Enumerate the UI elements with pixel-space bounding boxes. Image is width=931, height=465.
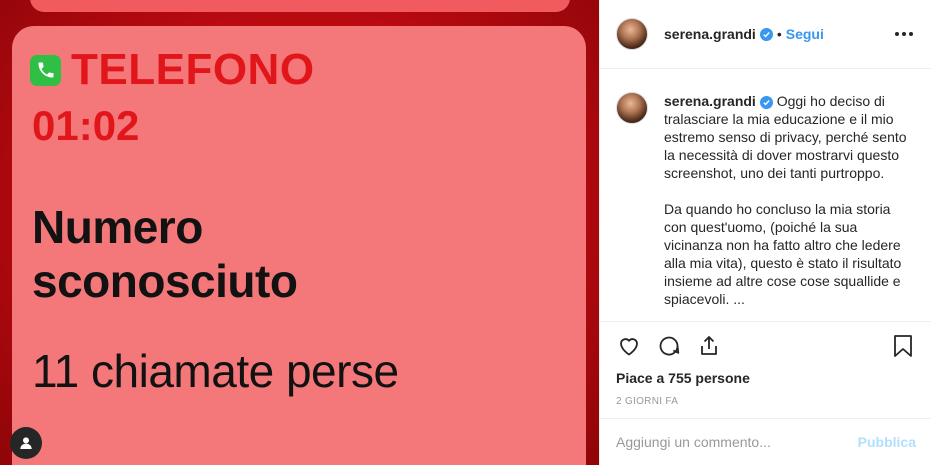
- bookmark-icon[interactable]: [890, 333, 916, 359]
- notification-app-name: TELEFONO: [71, 45, 315, 94]
- caption-username[interactable]: serena.grandi: [664, 93, 756, 109]
- post-side-panel: serena.grandi • Segui serena.grandi Oggi…: [599, 0, 931, 465]
- likes-count[interactable]: Piace a 755 persone: [616, 370, 916, 386]
- tagged-user-icon[interactable]: [10, 427, 42, 459]
- comment-input[interactable]: [616, 434, 858, 450]
- publish-button[interactable]: Pubblica: [858, 434, 916, 450]
- caller-name-line2: sconosciuto: [32, 255, 298, 307]
- post-header: serena.grandi • Segui: [600, 0, 931, 69]
- avatar[interactable]: [616, 18, 648, 50]
- caller-name: Numero sconosciuto: [32, 200, 298, 308]
- previous-notification-card: [30, 0, 570, 12]
- notification-app-row: TELEFONO: [30, 48, 315, 92]
- caption-text: serena.grandi Oggi ho deciso di tralasci…: [664, 92, 914, 320]
- heart-icon[interactable]: [616, 333, 642, 359]
- caption-paragraph-2: Da quando ho concluso la mia storia con …: [664, 201, 902, 307]
- missed-call-notification: TELEFONO 01:02 Numero sconosciuto 11 chi…: [12, 26, 586, 465]
- caller-name-line1: Numero: [32, 201, 203, 253]
- comment-icon[interactable]: [656, 333, 682, 359]
- action-icons-row: [616, 332, 916, 360]
- caption: serena.grandi Oggi ho deciso di tralasci…: [616, 92, 916, 320]
- share-icon[interactable]: [696, 333, 722, 359]
- caption-avatar[interactable]: [616, 92, 648, 124]
- post-actions: Piace a 755 persone 2 GIORNI FA: [600, 321, 931, 407]
- ellipsis-icon[interactable]: [893, 26, 915, 42]
- follow-button[interactable]: Segui: [786, 26, 824, 42]
- post-image[interactable]: TELEFONO 01:02 Numero sconosciuto 11 chi…: [0, 0, 599, 465]
- add-comment-bar: Pubblica: [600, 418, 931, 465]
- phone-icon: [30, 54, 61, 86]
- verified-badge-icon: [759, 96, 773, 109]
- caption-area[interactable]: serena.grandi Oggi ho deciso di tralasci…: [600, 70, 931, 320]
- author-username[interactable]: serena.grandi: [664, 26, 756, 42]
- missed-calls-count: 11 chiamate perse: [32, 345, 399, 397]
- post-timestamp[interactable]: 2 GIORNI FA: [616, 396, 916, 407]
- verified-badge-icon: [759, 27, 773, 41]
- separator-dot: •: [776, 26, 782, 42]
- notification-time: 01:02: [32, 102, 140, 149]
